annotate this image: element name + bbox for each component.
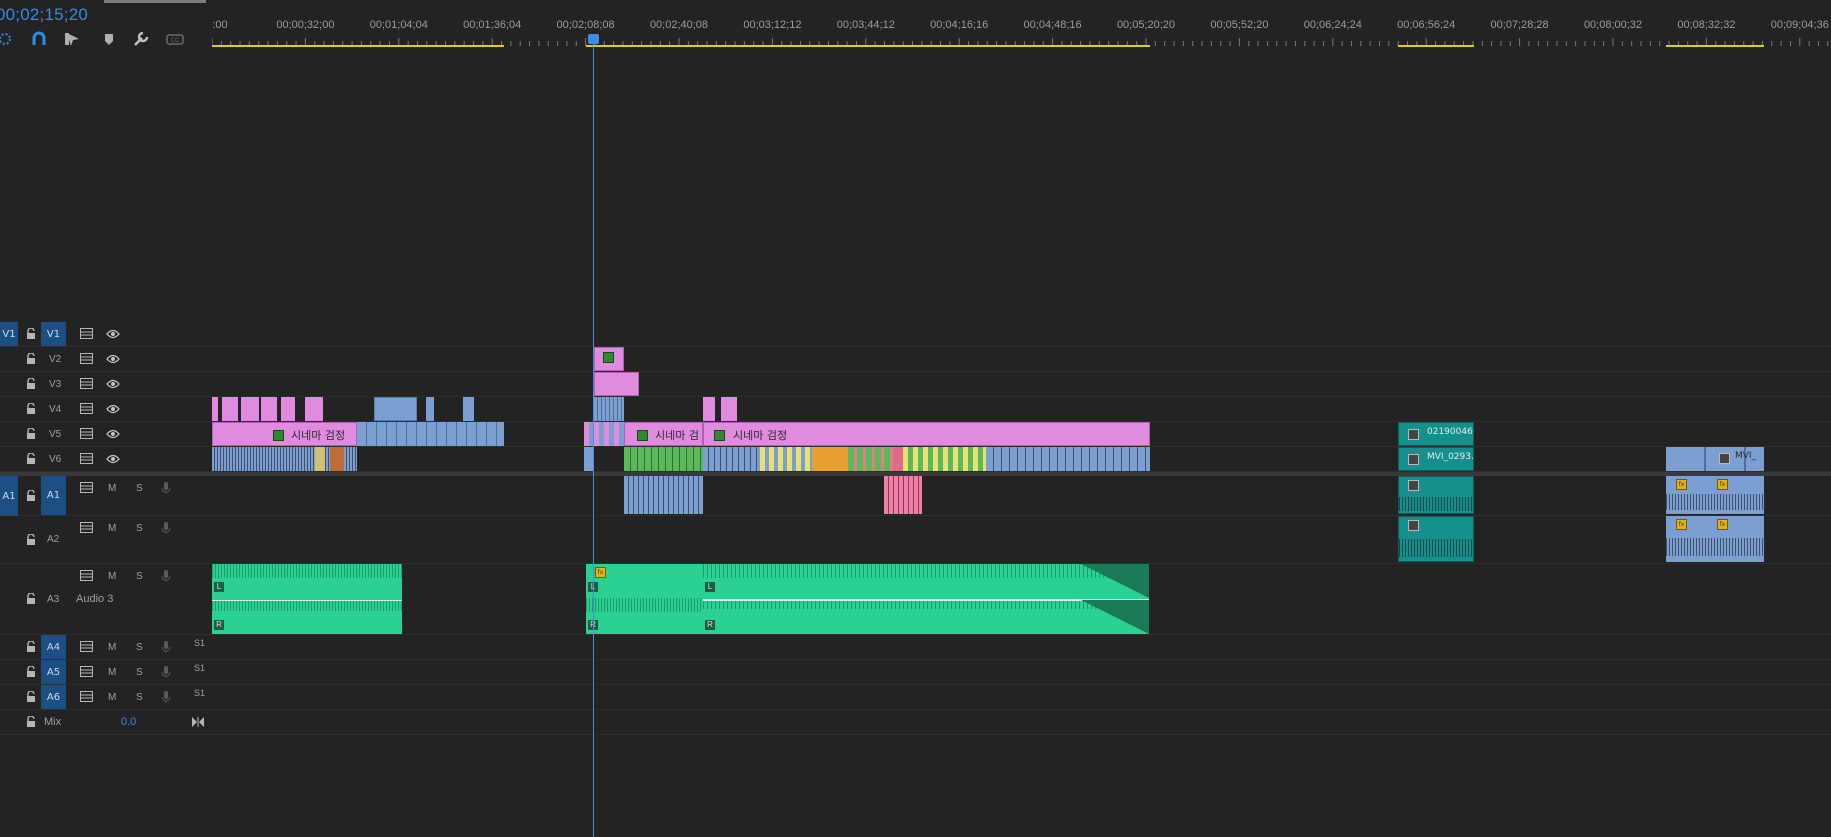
solo-button[interactable]: S	[136, 660, 143, 684]
magnet-icon[interactable]	[30, 30, 48, 48]
source-patch[interactable]: V1	[0, 322, 18, 346]
mute-button[interactable]: M	[108, 520, 116, 536]
track-label[interactable]: V2	[49, 347, 61, 371]
captions-icon[interactable]: CC	[166, 30, 184, 48]
video-track-row[interactable]: V1 V1	[0, 322, 1831, 347]
mute-button[interactable]: M	[108, 685, 116, 709]
audio-track-row[interactable]: A2 M S	[0, 516, 1831, 564]
linked-selection-icon[interactable]	[64, 30, 82, 48]
microphone-icon[interactable]	[161, 521, 171, 535]
work-area-bar	[586, 45, 1150, 47]
playhead-line[interactable]	[593, 36, 594, 837]
microphone-icon[interactable]	[161, 481, 171, 495]
track-label[interactable]: V3	[49, 372, 61, 396]
video-audio-divider[interactable]	[0, 472, 1831, 476]
lock-icon[interactable]	[26, 593, 36, 605]
work-area-bar	[1398, 45, 1474, 47]
lock-icon[interactable]	[26, 353, 36, 365]
mix-volume-value[interactable]: 0.0	[121, 710, 136, 734]
mute-button[interactable]: M	[108, 660, 116, 684]
audio-track-row[interactable]: A5 M S S1	[0, 660, 1831, 685]
eye-icon[interactable]	[106, 354, 120, 364]
track-target[interactable]: V1	[41, 322, 66, 346]
track-label[interactable]: V4	[49, 397, 61, 421]
sync-lock-icon[interactable]	[80, 403, 93, 414]
timeline-header: 00;02;15;20 CC	[0, 0, 212, 56]
microphone-icon[interactable]	[161, 665, 171, 679]
microphone-icon[interactable]	[161, 690, 171, 704]
microphone-icon[interactable]	[161, 640, 171, 654]
mix-label: Mix	[44, 716, 62, 728]
video-track-row[interactable]: V6	[0, 447, 1831, 472]
solo-button[interactable]: S	[136, 685, 143, 709]
lock-icon[interactable]	[26, 428, 36, 440]
panel-tab-indicator	[104, 0, 206, 3]
lock-icon[interactable]	[26, 403, 36, 415]
work-area-bar	[212, 45, 504, 47]
sync-lock-icon[interactable]	[80, 328, 93, 339]
sync-lock-icon[interactable]	[80, 666, 93, 677]
sync-lock-icon[interactable]	[80, 691, 93, 702]
solo-button[interactable]: S	[136, 568, 143, 584]
solo-button[interactable]: S	[136, 480, 143, 496]
eye-icon[interactable]	[106, 429, 120, 439]
eye-icon[interactable]	[106, 329, 120, 339]
snap-icon[interactable]	[0, 30, 16, 48]
sync-lock-icon[interactable]	[80, 482, 93, 493]
solo-button[interactable]: S	[136, 520, 143, 536]
sync-lock-icon[interactable]	[80, 522, 93, 533]
lock-icon[interactable]	[26, 716, 36, 728]
submix-label: S1	[194, 638, 206, 648]
sync-lock-icon[interactable]	[80, 378, 93, 389]
mute-button[interactable]: M	[108, 635, 116, 659]
lock-icon[interactable]	[26, 453, 36, 465]
sync-lock-icon[interactable]	[80, 453, 93, 464]
video-track-row[interactable]: V4	[0, 397, 1831, 422]
eye-icon[interactable]	[106, 404, 120, 414]
collapse-icon[interactable]	[192, 717, 204, 727]
marker-icon[interactable]	[100, 30, 118, 48]
mute-button[interactable]: M	[108, 480, 116, 496]
playhead-timecode[interactable]: 00;02;15;20	[0, 5, 88, 25]
microphone-icon[interactable]	[161, 569, 171, 583]
eye-icon[interactable]	[106, 454, 120, 464]
track-name: Audio 3	[76, 593, 114, 605]
mix-track-row[interactable]: Mix 0.0	[0, 710, 1831, 735]
sync-lock-icon[interactable]	[80, 428, 93, 439]
lock-icon[interactable]	[26, 378, 36, 390]
audio-track-row[interactable]: A4 M S S1	[0, 635, 1831, 660]
audio-track-row[interactable]: A3 M S Audio 3	[0, 564, 1831, 635]
track-label[interactable]: V6	[49, 447, 61, 471]
playhead-handle[interactable]	[588, 34, 599, 44]
sync-lock-icon[interactable]	[80, 641, 93, 652]
video-track-row[interactable]: V3	[0, 372, 1831, 397]
wrench-icon[interactable]	[132, 30, 150, 48]
sync-lock-icon[interactable]	[80, 353, 93, 364]
work-area-bar	[1666, 45, 1764, 47]
submix-label: S1	[194, 663, 206, 673]
audio-track-row[interactable]: A6 M S S1	[0, 685, 1831, 710]
audio-track-row[interactable]: A1 A1 M S	[0, 476, 1831, 516]
solo-button[interactable]: S	[136, 635, 143, 659]
svg-text:CC: CC	[171, 38, 180, 44]
video-track-row[interactable]: V5	[0, 422, 1831, 447]
eye-icon[interactable]	[106, 379, 120, 389]
track-label[interactable]: V5	[49, 422, 61, 446]
lock-icon[interactable]	[26, 328, 36, 340]
submix-label: S1	[194, 688, 206, 698]
video-track-row[interactable]: V2	[0, 347, 1831, 372]
